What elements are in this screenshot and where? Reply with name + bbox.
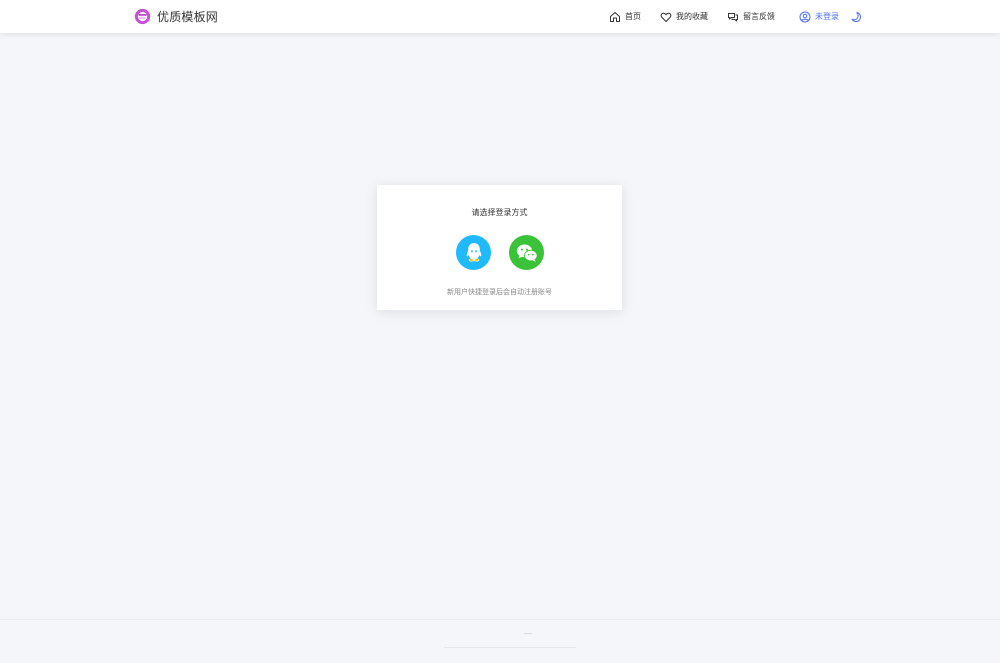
qq-login-button[interactable] xyxy=(456,235,491,270)
nav-home-label: 首页 xyxy=(625,12,641,21)
home-icon xyxy=(610,11,620,22)
nav-feedback[interactable]: 留言反馈 xyxy=(727,0,775,33)
user-icon xyxy=(799,11,811,22)
nav-login-label: 未登录 xyxy=(815,12,839,21)
moon-icon xyxy=(851,11,862,22)
top-header: 优质模板网 首页 我的收藏 留言反馈 未登录 xyxy=(0,0,1000,33)
nav-login[interactable]: 未登录 xyxy=(799,0,839,33)
chat-icon xyxy=(728,12,738,21)
nav-favorites-label: 我的收藏 xyxy=(676,12,708,21)
wechat-login-button[interactable] xyxy=(509,235,544,270)
login-card-title: 请选择登录方式 xyxy=(471,208,528,217)
brand[interactable]: 优质模板网 xyxy=(134,7,218,26)
qq-icon xyxy=(466,242,481,261)
footer xyxy=(0,619,1000,663)
brand-logo-icon xyxy=(134,8,151,25)
heart-icon xyxy=(660,12,672,22)
footer-divider-line xyxy=(444,647,576,648)
theme-toggle-button[interactable] xyxy=(850,0,862,33)
login-card-note: 新用户快捷登录后会自动注册账号 xyxy=(447,288,552,296)
footer-divider-short xyxy=(524,633,532,634)
brand-name: 优质模板网 xyxy=(157,10,219,24)
nav-feedback-label: 留言反馈 xyxy=(743,12,775,21)
nav-home[interactable]: 首页 xyxy=(609,0,641,33)
wechat-icon xyxy=(516,244,538,262)
login-card: 请选择登录方式 新用户快捷登录后会自动注册账号 xyxy=(377,185,622,310)
nav-favorites[interactable]: 我的收藏 xyxy=(660,0,708,33)
